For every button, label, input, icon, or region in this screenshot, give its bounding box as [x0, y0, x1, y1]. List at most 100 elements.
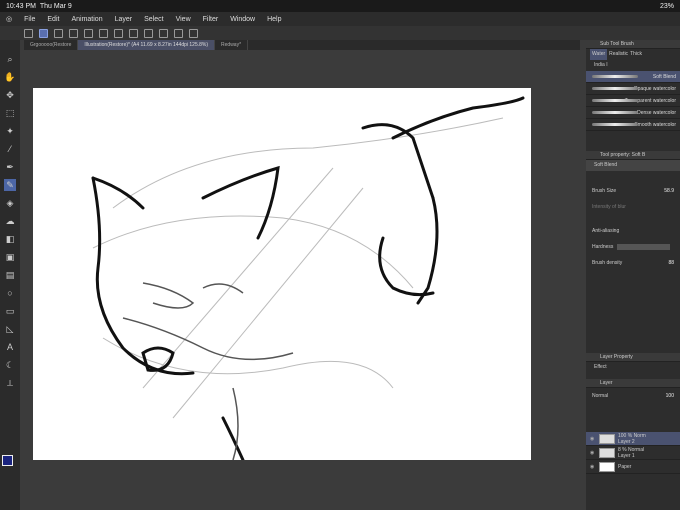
menu-help[interactable]: Help: [261, 16, 287, 23]
new-icon[interactable]: [54, 28, 63, 38]
tab-doc-3[interactable]: Redway*: [215, 40, 249, 50]
antialias-label: Anti-aliasing: [592, 228, 620, 234]
hardness-label: Hardness: [592, 244, 614, 250]
menu-layer[interactable]: Layer: [109, 16, 139, 23]
brush-soft-blend[interactable]: Soft Blend: [586, 71, 680, 83]
status-time: 10:43 PM: [6, 2, 36, 10]
eraser-icon[interactable]: ◧: [4, 233, 16, 245]
app-icon[interactable]: ◎: [0, 15, 18, 23]
document-tabs: Grgooooo(Restore Illustration(Restore)* …: [24, 40, 580, 50]
blend-mode[interactable]: Normal: [592, 393, 608, 399]
right-panel: Sub Tool Brush Water Realistic Thick Ind…: [586, 40, 680, 510]
subtool-group[interactable]: India I: [586, 60, 680, 71]
menu-file[interactable]: File: [18, 16, 41, 23]
gradient-icon[interactable]: ▤: [4, 269, 16, 281]
transform-icon[interactable]: [159, 28, 168, 38]
hardness-slider[interactable]: [617, 244, 670, 250]
color-swatch[interactable]: [2, 455, 18, 473]
redo-icon[interactable]: [114, 28, 123, 38]
drawing-canvas[interactable]: [33, 88, 531, 462]
menu-view[interactable]: View: [170, 16, 197, 23]
status-date: Thu Mar 9: [39, 2, 72, 10]
water-brush-icon[interactable]: ◈: [4, 197, 16, 209]
brush-size-row[interactable]: Brush Size 58.9: [586, 183, 680, 199]
frame-icon[interactable]: ▭: [4, 305, 16, 317]
balloon-icon[interactable]: ☾: [4, 359, 16, 371]
layer-thumbnail: [599, 461, 615, 472]
density-label: Brush density: [592, 260, 623, 266]
layer-row[interactable]: ◉ Paper: [586, 460, 680, 474]
wolf-sketch: [91, 96, 525, 462]
tool-name: Soft Blend: [586, 160, 680, 171]
density-value[interactable]: 88: [668, 260, 674, 266]
fill-bucket-icon[interactable]: ▣: [4, 251, 16, 263]
move-icon[interactable]: ✥: [4, 89, 16, 101]
tab-realistic[interactable]: Realistic: [609, 49, 628, 60]
antialias-row[interactable]: Anti-aliasing: [586, 223, 680, 239]
layer-opacity[interactable]: 100: [666, 393, 674, 399]
layer-thumbnail: [599, 447, 615, 458]
layer-header: Layer: [586, 379, 680, 388]
menu-icon[interactable]: [24, 28, 33, 38]
eyedropper-icon[interactable]: ⁄: [4, 143, 16, 155]
menu-filter[interactable]: Filter: [197, 16, 225, 23]
brush-label: Soft Blend: [652, 74, 676, 80]
save-icon[interactable]: [84, 28, 93, 38]
layer-name: Layer 1: [618, 452, 635, 459]
tool-palette: ⌕ ✋ ✥ ⬚ ✦ ⁄ ✒ ✎ ◈ ☁ ◧ ▣ ▤ ○ ▭ ◺ A ☾ ⟂: [0, 40, 20, 510]
brush-smooth-watercolor[interactable]: Smooth watercolor: [586, 119, 680, 131]
blend-icon[interactable]: ☁: [4, 215, 16, 227]
snap-icon[interactable]: [189, 28, 198, 38]
ruler-icon[interactable]: [174, 28, 183, 38]
brush-size-label: Brush Size: [592, 188, 617, 194]
selection-icon[interactable]: ⬚: [4, 107, 16, 119]
brush-stroke-preview: [592, 87, 638, 90]
open-icon[interactable]: [69, 28, 78, 38]
canvas-area: [20, 50, 586, 510]
eye-icon[interactable]: ◉: [590, 464, 596, 470]
subtool-tabs: Water Realistic Thick: [586, 49, 680, 60]
text-icon[interactable]: A: [4, 341, 16, 353]
menu-select[interactable]: Select: [138, 16, 169, 23]
brush-size-value[interactable]: 58.9: [664, 188, 674, 194]
brush-stroke-preview: [592, 111, 638, 114]
hand-icon[interactable]: ✋: [4, 71, 16, 83]
brush-transparent-watercolor[interactable]: Transparent watercolor: [586, 95, 680, 107]
tab-doc-1[interactable]: Grgooooo(Restore: [24, 40, 79, 50]
fill-icon[interactable]: [144, 28, 153, 38]
menu-animation[interactable]: Animation: [65, 16, 108, 23]
pen-mode-icon[interactable]: [39, 28, 48, 38]
eye-icon[interactable]: ◉: [590, 450, 596, 456]
brush-opaque-watercolor[interactable]: Opaque watercolor: [586, 83, 680, 95]
density-row[interactable]: Brush density 88: [586, 255, 680, 271]
magic-wand-icon[interactable]: ✦: [4, 125, 16, 137]
zoom-icon[interactable]: ⌕: [4, 53, 16, 65]
layer-row[interactable]: ◉ 8 % Normal Layer 1: [586, 446, 680, 460]
status-bar: 10:43 PM Thu Mar 9 23%: [0, 0, 680, 12]
clear-icon[interactable]: [129, 28, 138, 38]
effect-label: Effect: [594, 364, 607, 370]
tab-water[interactable]: Water: [590, 49, 608, 60]
ruler-tool-icon[interactable]: ◺: [4, 323, 16, 335]
shape-icon[interactable]: ○: [4, 287, 16, 299]
subtool-header: Sub Tool Brush: [586, 40, 680, 49]
eye-icon[interactable]: ◉: [590, 436, 596, 442]
undo-icon[interactable]: [99, 28, 108, 38]
tab-thick[interactable]: Thick: [630, 49, 642, 60]
layer-row[interactable]: ◉ 100 % Norm Layer 2: [586, 432, 680, 446]
hardness-row[interactable]: Hardness: [586, 239, 680, 255]
menu-edit[interactable]: Edit: [41, 16, 65, 23]
correct-line-icon[interactable]: ⟂: [4, 377, 16, 389]
pen-icon[interactable]: ✒: [4, 161, 16, 173]
tool-property-header: Tool property: Soft B: [586, 151, 680, 160]
menu-window[interactable]: Window: [224, 16, 261, 23]
brush-dense-watercolor[interactable]: Dense watercolor: [586, 107, 680, 119]
tab-doc-2[interactable]: Illustration(Restore)* (A4 11.69 x 8.27i…: [78, 40, 216, 50]
brush-icon[interactable]: ✎: [4, 179, 16, 191]
layer-blend-row[interactable]: Normal 100: [586, 388, 680, 404]
foreground-color[interactable]: [2, 455, 13, 466]
